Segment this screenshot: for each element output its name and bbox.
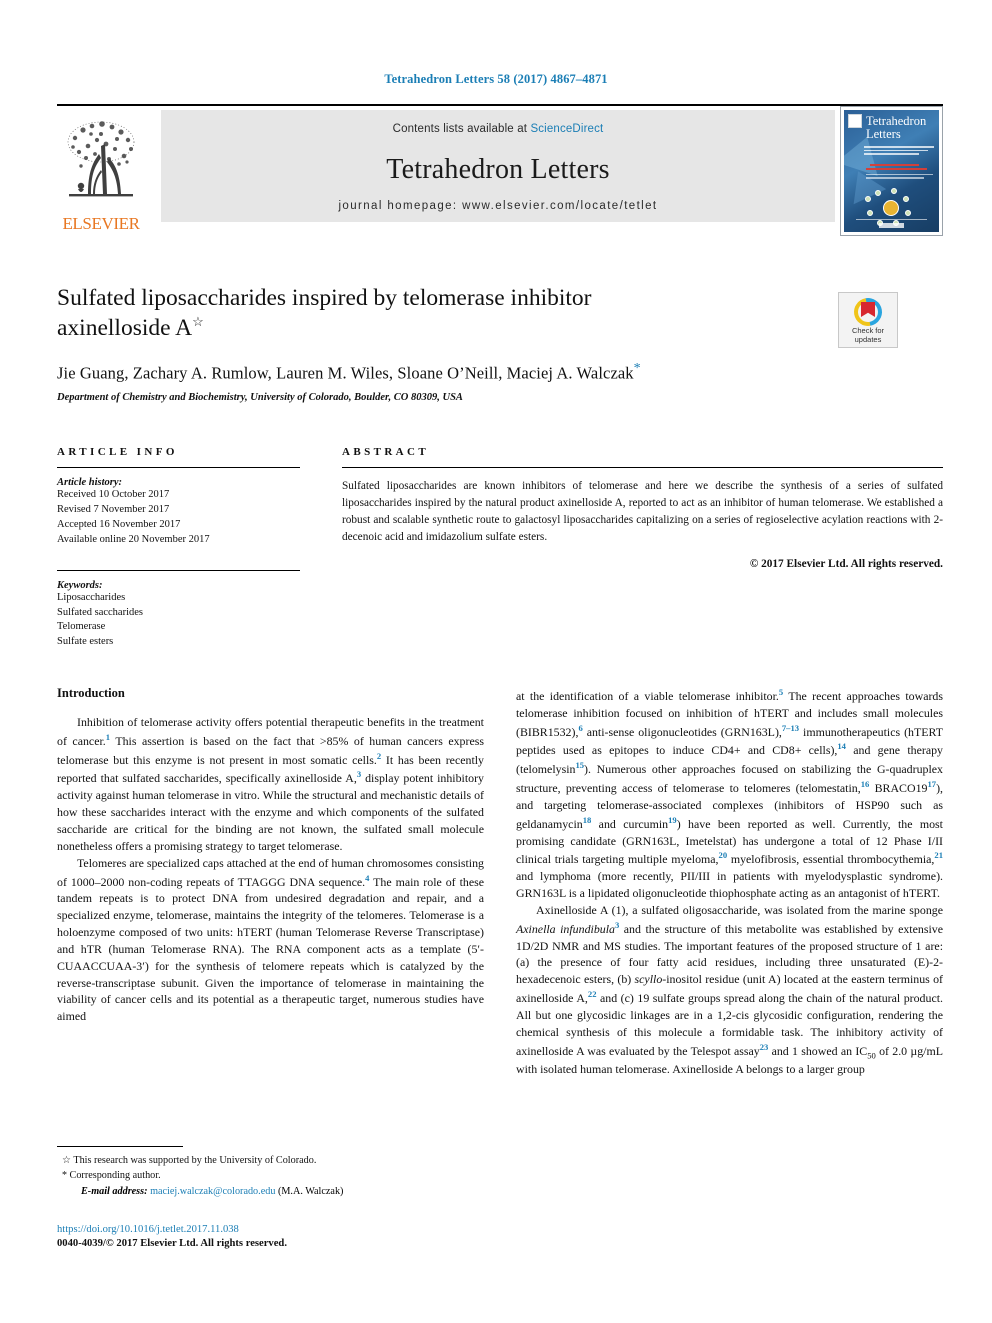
history-revised: Revised 7 November 2017 bbox=[57, 503, 170, 515]
para-text: and curcumin bbox=[591, 816, 669, 831]
reference-marker[interactable]: 19 bbox=[668, 815, 677, 825]
contents-prefix: Contents lists available at bbox=[392, 123, 531, 135]
reference-marker[interactable]: 7–13 bbox=[782, 723, 799, 733]
keywords-label: Keywords: bbox=[57, 579, 103, 591]
paragraph: at the identification of a viable telome… bbox=[516, 686, 943, 902]
journal-homepage-link[interactable]: journal homepage: www.elsevier.com/locat… bbox=[161, 200, 835, 212]
cover-accent-1 bbox=[870, 164, 920, 166]
para-text: anti-sense oligonucleotides (GRN163L), bbox=[582, 724, 782, 739]
para-text: Axinelloside A (1), a sulfated oligosacc… bbox=[536, 902, 943, 917]
reference-marker[interactable]: 15 bbox=[575, 760, 584, 770]
masthead-band: Contents lists available at ScienceDirec… bbox=[161, 110, 835, 222]
history-received: Received 10 October 2017 bbox=[57, 489, 170, 500]
footnote-corresponding: * Corresponding author. bbox=[57, 1168, 484, 1183]
para-text: at the identification of a viable telome… bbox=[516, 688, 779, 703]
elsevier-wordmark: ELSEVIER bbox=[62, 214, 140, 233]
cover-journal-title: Tetrahedron Letters bbox=[866, 114, 935, 142]
section-heading-introduction: Introduction bbox=[57, 686, 125, 700]
journal-cover-art: Tetrahedron Letters bbox=[844, 110, 939, 232]
elsevier-tree-icon bbox=[67, 121, 135, 197]
abstract-copyright: © 2017 Elsevier Ltd. All rights reserved… bbox=[749, 557, 943, 570]
cover-title-line1: Tetrahedron bbox=[866, 114, 927, 128]
italic-term: scyllo bbox=[634, 972, 663, 987]
history-available-online: Available online 20 November 2017 bbox=[57, 533, 210, 545]
keyword-item: Telomerase bbox=[57, 621, 106, 633]
history-accepted: Accepted 16 November 2017 bbox=[57, 518, 181, 530]
authors-text: Jie Guang, Zachary A. Rumlow, Lauren M. … bbox=[57, 363, 634, 383]
article-title-line2: axinelloside A bbox=[57, 315, 193, 342]
article-info-rule bbox=[57, 467, 300, 468]
elsevier-logo: ELSEVIER bbox=[57, 110, 145, 236]
footnotes-block: ☆ This research was supported by the Uni… bbox=[57, 1146, 484, 1199]
keywords-block: Keywords: Liposaccharides Sulfated sacch… bbox=[57, 569, 300, 651]
article-info-column: ARTICLE INFO Article history: Received 1… bbox=[57, 446, 300, 650]
affiliation: Department of Chemistry and Biochemistry… bbox=[57, 391, 463, 403]
reference-marker[interactable]: 14 bbox=[837, 741, 846, 751]
abstract-column: ABSTRACT Sulfated liposaccharides are kn… bbox=[342, 446, 943, 570]
article-info-heading: ARTICLE INFO bbox=[57, 446, 178, 458]
footnote-funding: ☆ This research was supported by the Uni… bbox=[57, 1153, 484, 1168]
reference-marker[interactable]: 21 bbox=[934, 850, 943, 860]
abstract-heading: ABSTRACT bbox=[342, 446, 430, 458]
crossmark-badge[interactable]: Check for updates bbox=[838, 292, 898, 348]
cover-publisher-mark bbox=[848, 114, 862, 128]
subscript-50: 50 bbox=[867, 1049, 876, 1060]
cover-title-line2: Letters bbox=[866, 127, 901, 142]
journal-masthead: ELSEVIER Contents lists available at Sci… bbox=[57, 104, 943, 236]
keyword-item: Sulfated saccharides bbox=[57, 606, 144, 618]
footnote-star-symbol: ☆ bbox=[62, 1155, 71, 1166]
keyword-item: Sulfate esters bbox=[57, 636, 114, 648]
keyword-item: Liposaccharides bbox=[57, 591, 126, 603]
crossmark-icon bbox=[848, 292, 888, 332]
paragraph: Inhibition of telomerase activity offers… bbox=[57, 714, 484, 855]
email-owner: (M.A. Walczak) bbox=[277, 1185, 344, 1197]
body-column-right: at the identification of a viable telome… bbox=[516, 686, 943, 1078]
reference-marker[interactable]: 18 bbox=[583, 815, 592, 825]
article-history-label: Article history: bbox=[57, 477, 123, 488]
cover-text-lines bbox=[866, 174, 933, 181]
email-link[interactable]: maciej.walczak@colorado.edu bbox=[150, 1186, 275, 1197]
page-title: Sulfated liposaccharides inspired by tel… bbox=[57, 283, 817, 343]
running-head: Tetrahedron Letters 58 (2017) 4867–4871 bbox=[384, 72, 608, 86]
species-name: Axinella infundibula bbox=[516, 921, 615, 936]
body-column-left: Introduction Inhibition of telomerase ac… bbox=[57, 686, 484, 1025]
para-text: The main role of these tandem repeats is… bbox=[57, 874, 485, 1024]
reference-marker[interactable]: 17 bbox=[927, 779, 936, 789]
crossmark-label: Check for updates bbox=[839, 326, 897, 344]
cover-footer-lines bbox=[856, 218, 927, 228]
author-list: Jie Guang, Zachary A. Rumlow, Lauren M. … bbox=[57, 361, 817, 384]
paragraph: Axinelloside A (1), a sulfated oligosacc… bbox=[516, 902, 943, 1078]
crossmark-label-line2: updates bbox=[854, 334, 882, 344]
article-title-line1: Sulfated liposaccharides inspired by tel… bbox=[57, 285, 592, 311]
corresponding-author-marker: * bbox=[633, 361, 641, 377]
para-text: BRACO19 bbox=[869, 781, 928, 796]
para-text: and 1 showed an IC bbox=[768, 1043, 868, 1058]
paragraph: Telomeres are specialized caps attached … bbox=[57, 855, 484, 1025]
footnote-corr-symbol: * bbox=[62, 1170, 67, 1182]
footnote-corr-text: Corresponding author. bbox=[69, 1170, 161, 1182]
para-text: myelofibrosis, essential thrombocythemia… bbox=[727, 852, 935, 867]
cover-subtitle-lines bbox=[864, 146, 934, 155]
para-text: and lymphoma (more recently, PII/III in … bbox=[516, 869, 943, 901]
abstract-rule bbox=[342, 467, 943, 468]
journal-title: Tetrahedron Letters bbox=[386, 154, 610, 185]
article-title-block: Sulfated liposaccharides inspired by tel… bbox=[57, 283, 817, 403]
reference-marker[interactable]: 20 bbox=[719, 850, 728, 860]
footnote-email-line: E-mail address: maciej.walczak@colorado.… bbox=[57, 1184, 484, 1199]
issn-copyright-line: 0040-4039/© 2017 Elsevier Ltd. All right… bbox=[57, 1238, 287, 1249]
footnote-funding-text: This research was supported by the Unive… bbox=[73, 1155, 317, 1166]
journal-cover-thumbnail[interactable]: Tetrahedron Letters bbox=[840, 106, 943, 236]
abstract-text: Sulfated liposaccharides are known inhib… bbox=[342, 480, 943, 544]
cover-accent-2 bbox=[866, 168, 927, 170]
paper-page: Tetrahedron Letters 58 (2017) 4867–4871 bbox=[0, 0, 992, 1323]
masthead-top-rule bbox=[57, 104, 943, 106]
contents-available-line: Contents lists available at ScienceDirec… bbox=[161, 123, 835, 135]
title-footnote-marker: ☆ bbox=[192, 314, 204, 330]
footnote-rule bbox=[57, 1146, 183, 1147]
sciencedirect-link[interactable]: ScienceDirect bbox=[530, 123, 603, 135]
email-label: E-mail address: bbox=[81, 1185, 148, 1197]
